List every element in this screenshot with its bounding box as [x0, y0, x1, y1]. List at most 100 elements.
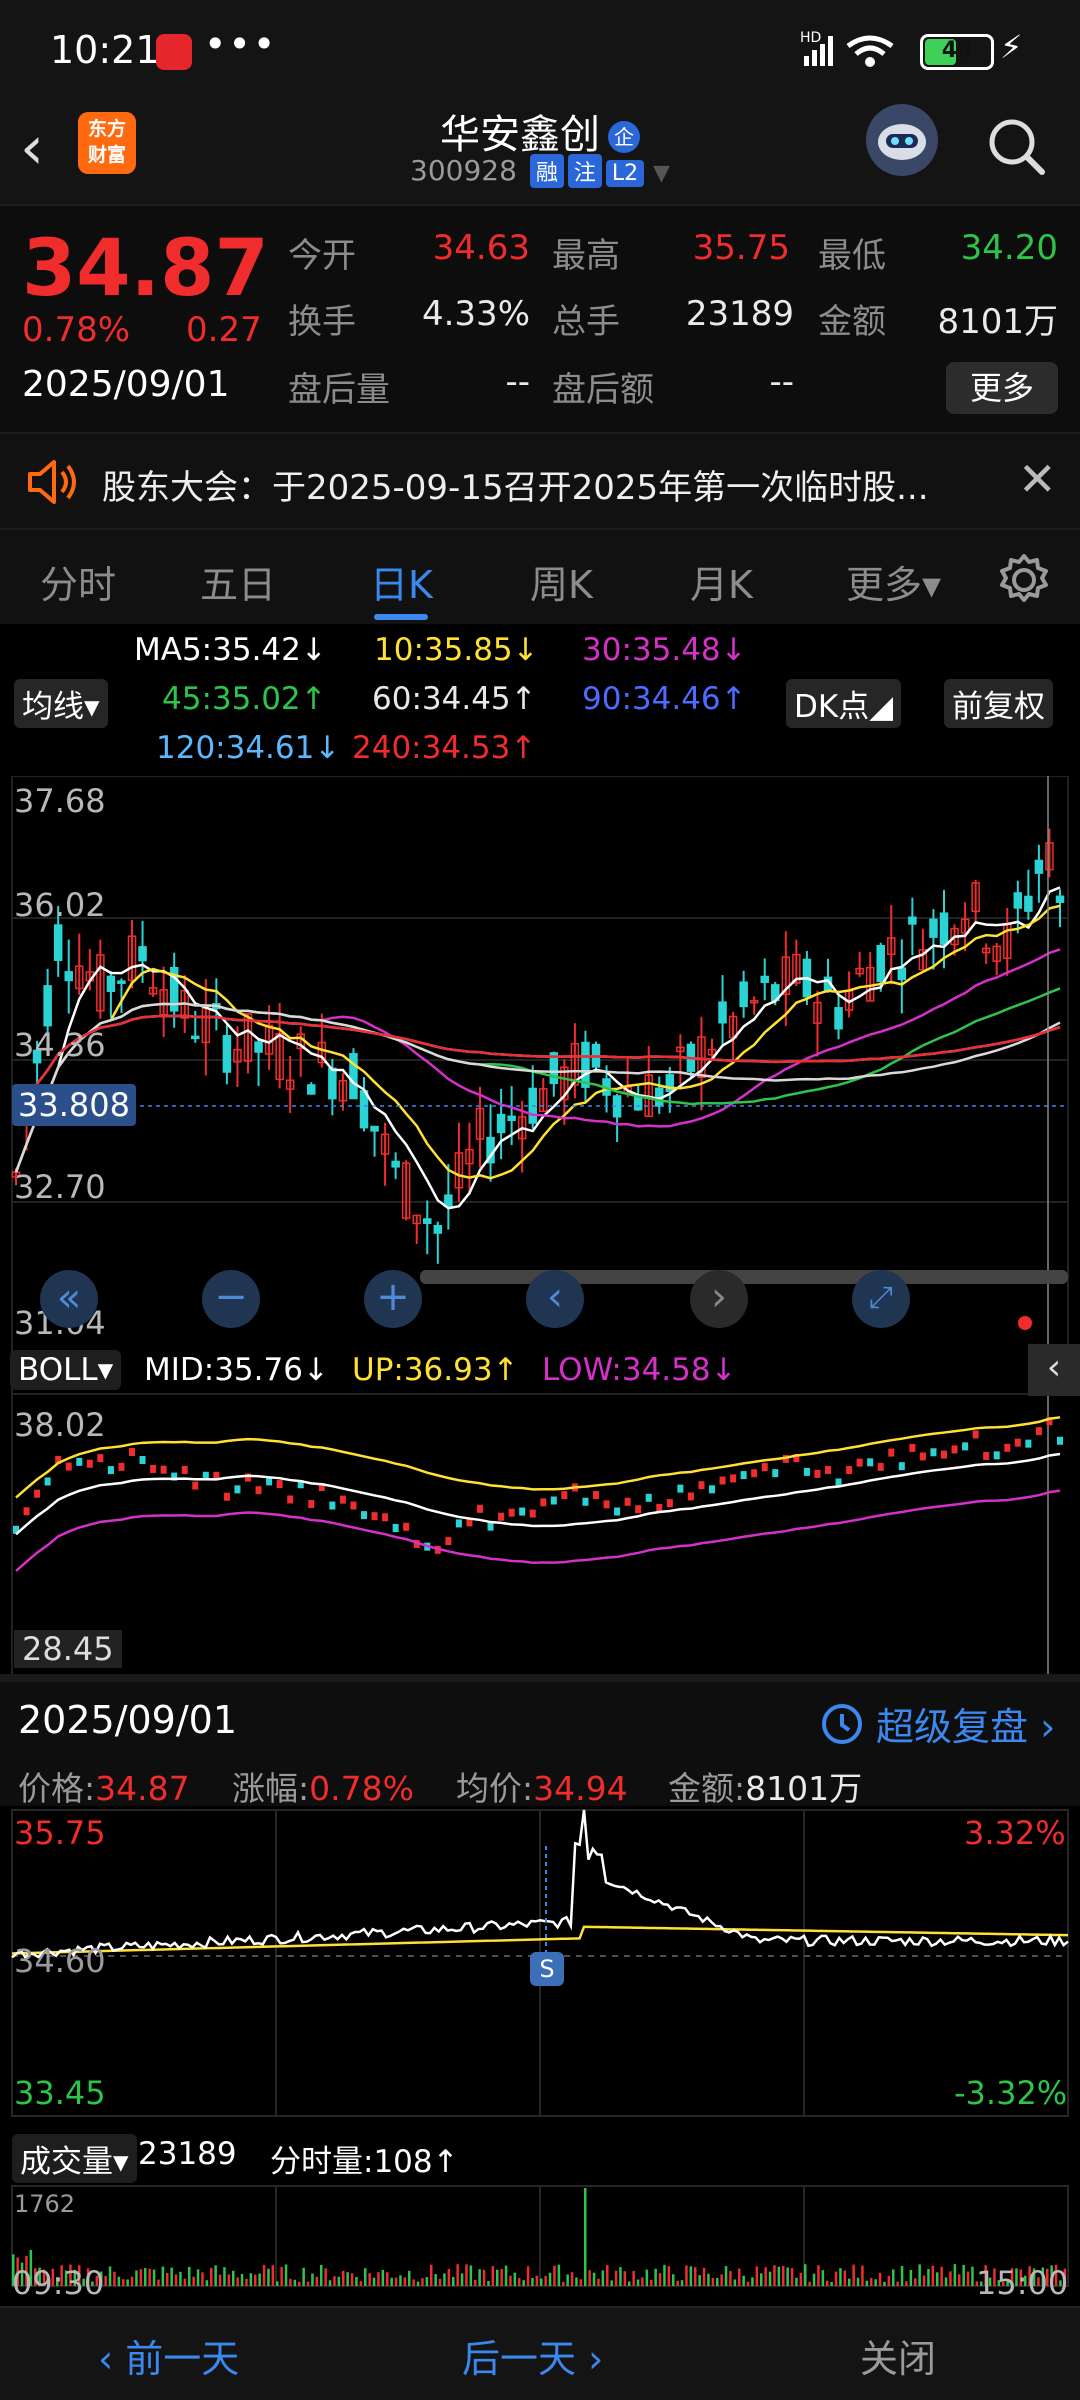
tab-intraday[interactable]: 分时	[40, 554, 116, 609]
volume-bar	[900, 2266, 904, 2286]
dk-point-toggle[interactable]: DK点◢	[786, 679, 902, 728]
intraday-low-price: 33.45	[14, 2074, 106, 2112]
volume-bar	[944, 2277, 948, 2286]
volume-bar	[311, 2273, 314, 2286]
boll-candle	[761, 1463, 768, 1472]
volume-bar	[210, 2267, 213, 2286]
boll-candle	[814, 1469, 821, 1478]
volume-bar	[456, 2264, 459, 2286]
volume-total: 23189	[138, 2136, 237, 2172]
volume-bar	[698, 2275, 701, 2286]
history-icon[interactable]	[818, 1700, 866, 1748]
status-time: 10:21	[50, 28, 160, 72]
scroll-left-fast-button[interactable]: «	[40, 1270, 98, 1328]
sell-signal-marker[interactable]: S	[530, 1952, 564, 1986]
volume-bar	[768, 2271, 772, 2286]
after-hours-amount-label: 盘后额	[552, 370, 654, 410]
candle	[834, 991, 843, 1040]
volume-bar	[214, 2265, 217, 2286]
candle	[1055, 889, 1065, 928]
tab-more[interactable]: 更多▾	[846, 554, 941, 609]
tab-weekly-k[interactable]: 周K	[530, 554, 593, 609]
intraday-chart[interactable]: 35.75 34.60 33.45 3.32% -3.32% S	[0, 1806, 1080, 2126]
volume-selector[interactable]: 成交量▾	[12, 2134, 137, 2183]
volume-bar	[438, 2278, 442, 2286]
volume-max: 1762	[14, 2190, 76, 2218]
close-button[interactable]: 关闭	[860, 2328, 936, 2383]
volume-bar	[962, 2264, 965, 2286]
previous-day-button[interactable]: ‹ 前一天	[98, 2328, 239, 2383]
volume-bar	[843, 2270, 847, 2286]
collapse-panel-button[interactable]: ‹	[1028, 1344, 1080, 1396]
volume-bar	[174, 2274, 178, 2286]
assistant-robot-icon[interactable]	[866, 104, 938, 176]
announcement-bar[interactable]: 股东大会：于2025-09-15召开2025年第一次临时股... ✕	[0, 432, 1080, 528]
boll-candle	[635, 1505, 642, 1514]
intraday-prev-close: 34.60	[14, 1942, 106, 1980]
candle	[844, 971, 854, 1018]
ma30-value: 30:35.48↓	[582, 632, 747, 668]
low-label: 最低	[818, 236, 886, 276]
volume-bar	[971, 2266, 974, 2286]
volume-bar	[711, 2277, 715, 2286]
tab-daily-k[interactable]: 日K	[370, 554, 433, 609]
gear-icon[interactable]	[996, 552, 1052, 608]
zoom-out-button[interactable]: −	[202, 1270, 260, 1328]
more-quote-button[interactable]: 更多	[946, 362, 1058, 414]
search-icon[interactable]	[984, 114, 1048, 178]
amount-label: 金额	[818, 302, 886, 342]
volume-bar	[531, 2277, 534, 2286]
active-tab-indicator	[374, 614, 428, 620]
volume-bar	[540, 2278, 543, 2286]
boll-up: UP:36.93↑	[352, 1352, 519, 1388]
boll-candle	[234, 1485, 241, 1494]
indicator-selector[interactable]: BOLL▾	[10, 1350, 122, 1390]
change-field: 涨幅:0.78%	[232, 1762, 414, 1810]
boll-candle	[181, 1465, 188, 1474]
change-field-label: 涨幅:	[232, 1769, 310, 1808]
time-start: 09:30	[12, 2264, 105, 2302]
latest-marker-dot	[1018, 1316, 1032, 1330]
ma-selector[interactable]: 均线▾	[14, 679, 108, 728]
kline-chart[interactable]: 37.68 36.02 34.36 32.70 31.04 33.808 « −…	[0, 776, 1080, 1344]
fullscreen-icon[interactable]: ⤢	[852, 1270, 910, 1328]
boll-panel[interactable]: BOLL▾ MID:35.76↓ UP:36.93↑ LOW:34.58↓ ‹ …	[0, 1344, 1080, 1674]
tab-five-day[interactable]: 五日	[200, 554, 276, 609]
boll-candle	[740, 1471, 747, 1480]
scroll-left-button[interactable]: ‹	[526, 1270, 584, 1328]
close-icon[interactable]: ✕	[1018, 452, 1057, 506]
change-field-value: 0.78%	[309, 1769, 414, 1808]
price-field: 价格:34.87	[18, 1762, 190, 1810]
volume-bar	[584, 2188, 587, 2286]
volume-bar	[474, 2279, 477, 2286]
volume-label: 总手	[552, 302, 620, 342]
stock-name-text: 华安鑫创	[440, 112, 600, 158]
volume-bar	[575, 2277, 578, 2286]
super-replay-link[interactable]: 超级复盘 ›	[876, 1696, 1055, 1751]
volume-bar	[654, 2268, 657, 2286]
boll-candle	[1025, 1439, 1032, 1448]
boll-candle	[65, 1462, 72, 1471]
candle	[865, 951, 875, 1002]
battery-level: 48	[941, 38, 973, 63]
candle	[539, 1078, 548, 1113]
boll-candle	[751, 1469, 758, 1478]
next-day-button[interactable]: 后一天 ›	[462, 2328, 603, 2383]
level2-tag: L2	[605, 160, 645, 187]
zoom-in-button[interactable]: +	[364, 1270, 422, 1328]
ma60-value: 60:34.45↑	[372, 681, 537, 717]
tab-monthly-k[interactable]: 月K	[690, 554, 753, 609]
boll-candle	[677, 1484, 684, 1493]
volume-bar	[619, 2267, 622, 2286]
adjust-mode-selector[interactable]: 前复权	[944, 679, 1053, 728]
candle	[528, 1065, 537, 1129]
scroll-right-button[interactable]: ›	[690, 1270, 748, 1328]
ma-line-240	[14, 1014, 1061, 1118]
volume-bar	[205, 2280, 209, 2286]
volume-bar	[707, 2273, 710, 2286]
kline-canvas[interactable]	[0, 776, 1080, 1344]
boll-candle	[951, 1445, 958, 1454]
volume-bar	[522, 2280, 525, 2286]
volume-bar	[672, 2274, 675, 2286]
volume-bar	[817, 2265, 820, 2286]
